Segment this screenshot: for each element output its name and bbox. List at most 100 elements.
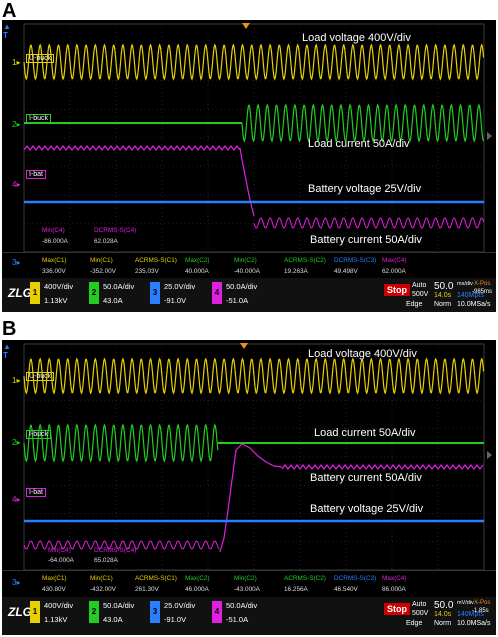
small-meas-value-1: 65.028A bbox=[94, 557, 118, 564]
measurement-name: ACRMS-S(C1) bbox=[135, 257, 177, 264]
ch2-marker: 2▸ bbox=[12, 438, 21, 447]
measurement-name: Min(C2) bbox=[234, 257, 257, 264]
measurement-value: -43.000A bbox=[234, 586, 260, 593]
channel-number: 2 bbox=[89, 282, 99, 304]
channel-1-setting: 1 400V/div 1.13kV bbox=[30, 601, 92, 624]
channel-tag-i-buck: I-buck bbox=[26, 430, 52, 439]
channel-scale: 50.0A/div bbox=[103, 282, 135, 291]
channel-scale: 400V/div bbox=[44, 601, 74, 610]
measurement-value: -432.00V bbox=[90, 586, 116, 593]
measurement-name: Min(C1) bbox=[90, 575, 113, 582]
channel-scale: 25.0V/div bbox=[164, 282, 196, 291]
channel-tag-u-buck: U-buck bbox=[26, 54, 55, 63]
channel-offset: 1.13kV bbox=[44, 296, 68, 305]
ch4-ripple bbox=[253, 217, 485, 229]
channel-tag-i-buck: I-buck bbox=[26, 114, 52, 123]
measurement-name: Max(C4) bbox=[382, 257, 407, 264]
channel-3-setting: 3 25.0V/div -91.0V bbox=[150, 282, 212, 305]
measurement-value: -352.00V bbox=[90, 268, 116, 275]
timebase: 50.0 bbox=[434, 600, 454, 611]
trigger-level: 500V bbox=[412, 610, 429, 617]
channel-offset: -51.0A bbox=[226, 615, 249, 624]
battery-voltage-label: Battery voltage 25V/div bbox=[308, 183, 422, 195]
ch4-marker: 4▸ bbox=[12, 495, 21, 504]
channel-scale: 25.0V/div bbox=[164, 601, 196, 610]
channel-number: 1 bbox=[30, 601, 40, 623]
channel-offset: 43.0A bbox=[103, 296, 123, 305]
timebase-unit: mV/div bbox=[457, 600, 474, 606]
channel-number: 3 bbox=[150, 282, 160, 304]
measurement-name: Min(C2) bbox=[234, 575, 257, 582]
trigger-level: 500V bbox=[412, 291, 429, 298]
channel-offset: -91.0V bbox=[164, 615, 187, 624]
acq-mode: Norm bbox=[434, 620, 452, 627]
measurement-value: 261.30V bbox=[135, 586, 159, 593]
small-meas-value-0: -86.000A bbox=[42, 238, 68, 245]
ch1-marker: 1▸ bbox=[12, 376, 21, 385]
load-voltage-label: Load voltage 400V/div bbox=[308, 348, 417, 360]
small-meas-value-1: 62.028A bbox=[94, 238, 118, 245]
channel-number: 4 bbox=[212, 282, 222, 304]
timebase-unit: ms/div bbox=[457, 281, 473, 287]
scope-screen-a: ▲ T U-buck I-buck I-bat 1▸ 2▸ 4▸ 3▸ Load … bbox=[2, 20, 496, 312]
trigger-position-icon bbox=[242, 23, 250, 29]
ch4-flat-trace bbox=[281, 464, 484, 470]
zlg-logo: ZLG bbox=[8, 605, 32, 619]
trigger-type: Edge bbox=[406, 620, 423, 627]
channel-scale: 50.0A/div bbox=[226, 282, 258, 291]
measurement-value: 336.00V bbox=[42, 268, 66, 275]
channel-offset: -91.0V bbox=[164, 296, 187, 305]
scope-screen-b: ▲ T U-buck I-buck I-bat 1▸ 2▸ 4▸ 3▸ Load … bbox=[2, 340, 496, 635]
channel-offset: -51.0A bbox=[226, 296, 249, 305]
channel-number: 3 bbox=[150, 601, 160, 623]
measurement-value: 86.000A bbox=[382, 586, 406, 593]
small-meas-name-1: DCRMS-S(C4) bbox=[94, 547, 137, 554]
measurement-name: ACRMS-S(C1) bbox=[135, 575, 177, 582]
trigger-mode: Auto bbox=[412, 282, 427, 289]
load-current-label: Load current 50A/div bbox=[314, 427, 416, 439]
channel-2-setting: 2 50.0A/div 43.0A bbox=[89, 601, 151, 624]
channel-scale: 50.0A/div bbox=[103, 601, 135, 610]
measurement-value: -40.000A bbox=[234, 268, 260, 275]
channel-offset: 1.13kV bbox=[44, 615, 68, 624]
measurement-name: Max(C2) bbox=[185, 257, 210, 264]
measurement-name: Max(C1) bbox=[42, 575, 67, 582]
xpos-value: -1.85s bbox=[472, 608, 489, 614]
channel-tag-i-bat: I-bat bbox=[26, 488, 47, 497]
ch1-marker: 1▸ bbox=[12, 58, 21, 67]
measurement-name: ACRMS-S(C2) bbox=[284, 257, 326, 264]
xpos-label: X-Pos bbox=[474, 281, 491, 287]
ch4-flat-trace bbox=[23, 145, 241, 151]
channel-offset: 43.0A bbox=[103, 615, 123, 624]
channel-tag-i-bat: I-bat bbox=[26, 170, 47, 179]
sample-rate: 10.0MSa/s bbox=[457, 620, 491, 627]
channel-number: 4 bbox=[212, 601, 222, 623]
ch4-transient bbox=[219, 443, 283, 553]
measurement-value: 62.000A bbox=[382, 268, 406, 275]
measurement-value: 46.540V bbox=[334, 586, 358, 593]
channel-number: 1 bbox=[30, 282, 40, 304]
measurement-value: 40.000A bbox=[185, 268, 209, 275]
load-voltage-label: Load voltage 400V/div bbox=[302, 32, 411, 44]
channel-scale: 50.0A/div bbox=[226, 601, 258, 610]
channel-scale: 400V/div bbox=[44, 282, 74, 291]
measurement-name: ACRMS-S(C2) bbox=[284, 575, 326, 582]
run-stop-status: Stop bbox=[384, 603, 410, 615]
ch2-current-trace bbox=[23, 423, 219, 463]
measurement-name: Max(C2) bbox=[185, 575, 210, 582]
measurement-name: DCRMS-S(C3) bbox=[334, 575, 377, 582]
acq-time: 14.0s bbox=[434, 292, 452, 299]
channel-2-setting: 2 50.0A/div 43.0A bbox=[89, 282, 151, 305]
ch4-transient bbox=[239, 147, 255, 217]
trigger-position-icon bbox=[240, 343, 248, 349]
battery-voltage-label: Battery voltage 25V/div bbox=[310, 503, 424, 515]
measurement-value: 430.80V bbox=[42, 586, 66, 593]
battery-current-label: Battery current 50A/div bbox=[310, 472, 422, 484]
sample-rate: 10.0MSa/s bbox=[457, 301, 491, 308]
ch4-marker: 4▸ bbox=[12, 180, 21, 189]
channel-4-setting: 4 50.0A/div -51.0A bbox=[212, 282, 274, 305]
zlg-logo: ZLG bbox=[8, 286, 32, 300]
xpos-label: X-Pos bbox=[474, 600, 491, 606]
small-meas-value-0: -64.000A bbox=[48, 557, 74, 564]
load-current-label: Load current 50A/div bbox=[308, 138, 410, 150]
